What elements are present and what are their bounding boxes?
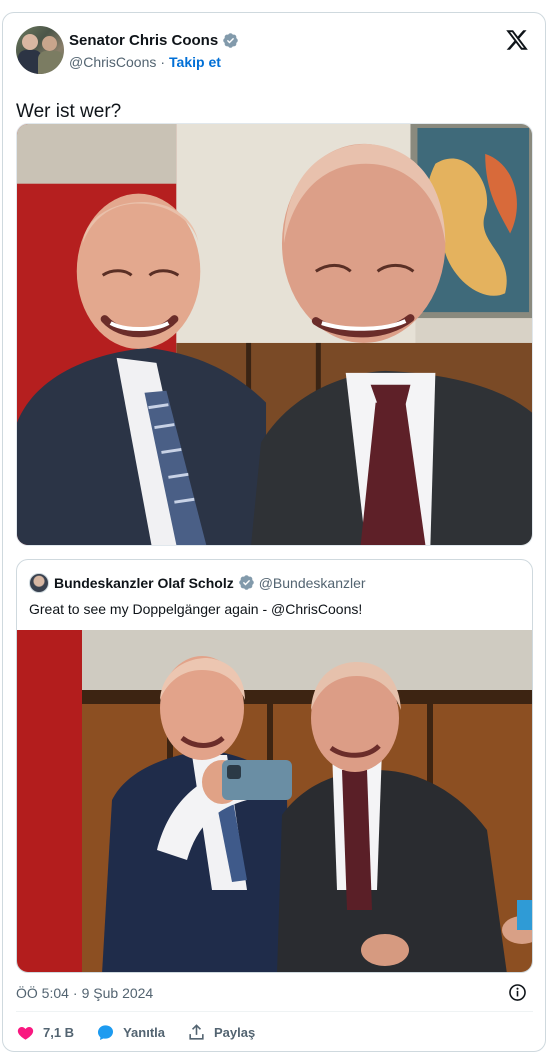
tweet-time: ÖÖ 5:04 bbox=[16, 985, 69, 1001]
author-handle-row: @ChrisCoons · Takip et bbox=[69, 54, 221, 70]
follow-button[interactable]: Takip et bbox=[169, 54, 221, 70]
selfie-scene-illustration bbox=[17, 630, 532, 972]
heart-icon bbox=[17, 1026, 34, 1040]
tweet-date: 9 Şub 2024 bbox=[81, 985, 154, 1001]
author-name-row[interactable]: Senator Chris Coons bbox=[69, 32, 239, 49]
share-label: Paylaş bbox=[214, 1025, 256, 1040]
like-count: 7,1 B bbox=[43, 1025, 75, 1040]
tweet-card: Senator Chris Coons @ChrisCoons · Takip … bbox=[2, 12, 546, 1052]
selfie-photo-illustration bbox=[17, 124, 532, 545]
quoted-author-avatar[interactable] bbox=[29, 573, 49, 593]
tweet-actions: 7,1 B Yanıtla Paylaş bbox=[16, 1023, 255, 1042]
verified-badge-icon bbox=[238, 575, 254, 590]
quoted-tweet[interactable]: Bundeskanzler Olaf Scholz @Bundeskanzler… bbox=[16, 559, 533, 973]
author-name[interactable]: Senator Chris Coons bbox=[69, 32, 218, 49]
reply-icon bbox=[98, 1025, 114, 1041]
tweet-text: Wer ist wer? bbox=[16, 101, 122, 122]
tweet-photo[interactable] bbox=[16, 123, 533, 546]
quoted-author-handle: @Bundeskanzler bbox=[258, 574, 366, 591]
quoted-tweet-text: Great to see my Doppelgänger again - @Ch… bbox=[29, 601, 363, 617]
verified-badge-icon bbox=[223, 33, 238, 48]
like-button[interactable]: 7,1 B bbox=[16, 1023, 74, 1042]
timestamp-separator: · bbox=[72, 985, 78, 1001]
author-handle[interactable]: @ChrisCoons bbox=[69, 54, 156, 70]
reply-label: Yanıtla bbox=[123, 1025, 165, 1040]
separator-dot: · bbox=[160, 54, 166, 70]
quoted-tweet-photo[interactable] bbox=[17, 630, 532, 972]
reply-button[interactable]: Yanıtla bbox=[96, 1023, 165, 1042]
info-icon[interactable] bbox=[508, 983, 527, 1002]
share-button[interactable]: Paylaş bbox=[187, 1023, 255, 1042]
share-icon bbox=[189, 1024, 204, 1040]
quoted-author-name[interactable]: Bundeskanzler Olaf Scholz bbox=[54, 575, 234, 591]
x-logo-icon[interactable] bbox=[505, 28, 529, 52]
author-avatar[interactable] bbox=[16, 26, 64, 74]
footer-divider bbox=[16, 1011, 533, 1012]
quoted-author-row: Bundeskanzler Olaf Scholz @Bundeskanzler bbox=[54, 574, 366, 591]
tweet-timestamp[interactable]: ÖÖ 5:04 · 9 Şub 2024 bbox=[16, 985, 153, 1001]
